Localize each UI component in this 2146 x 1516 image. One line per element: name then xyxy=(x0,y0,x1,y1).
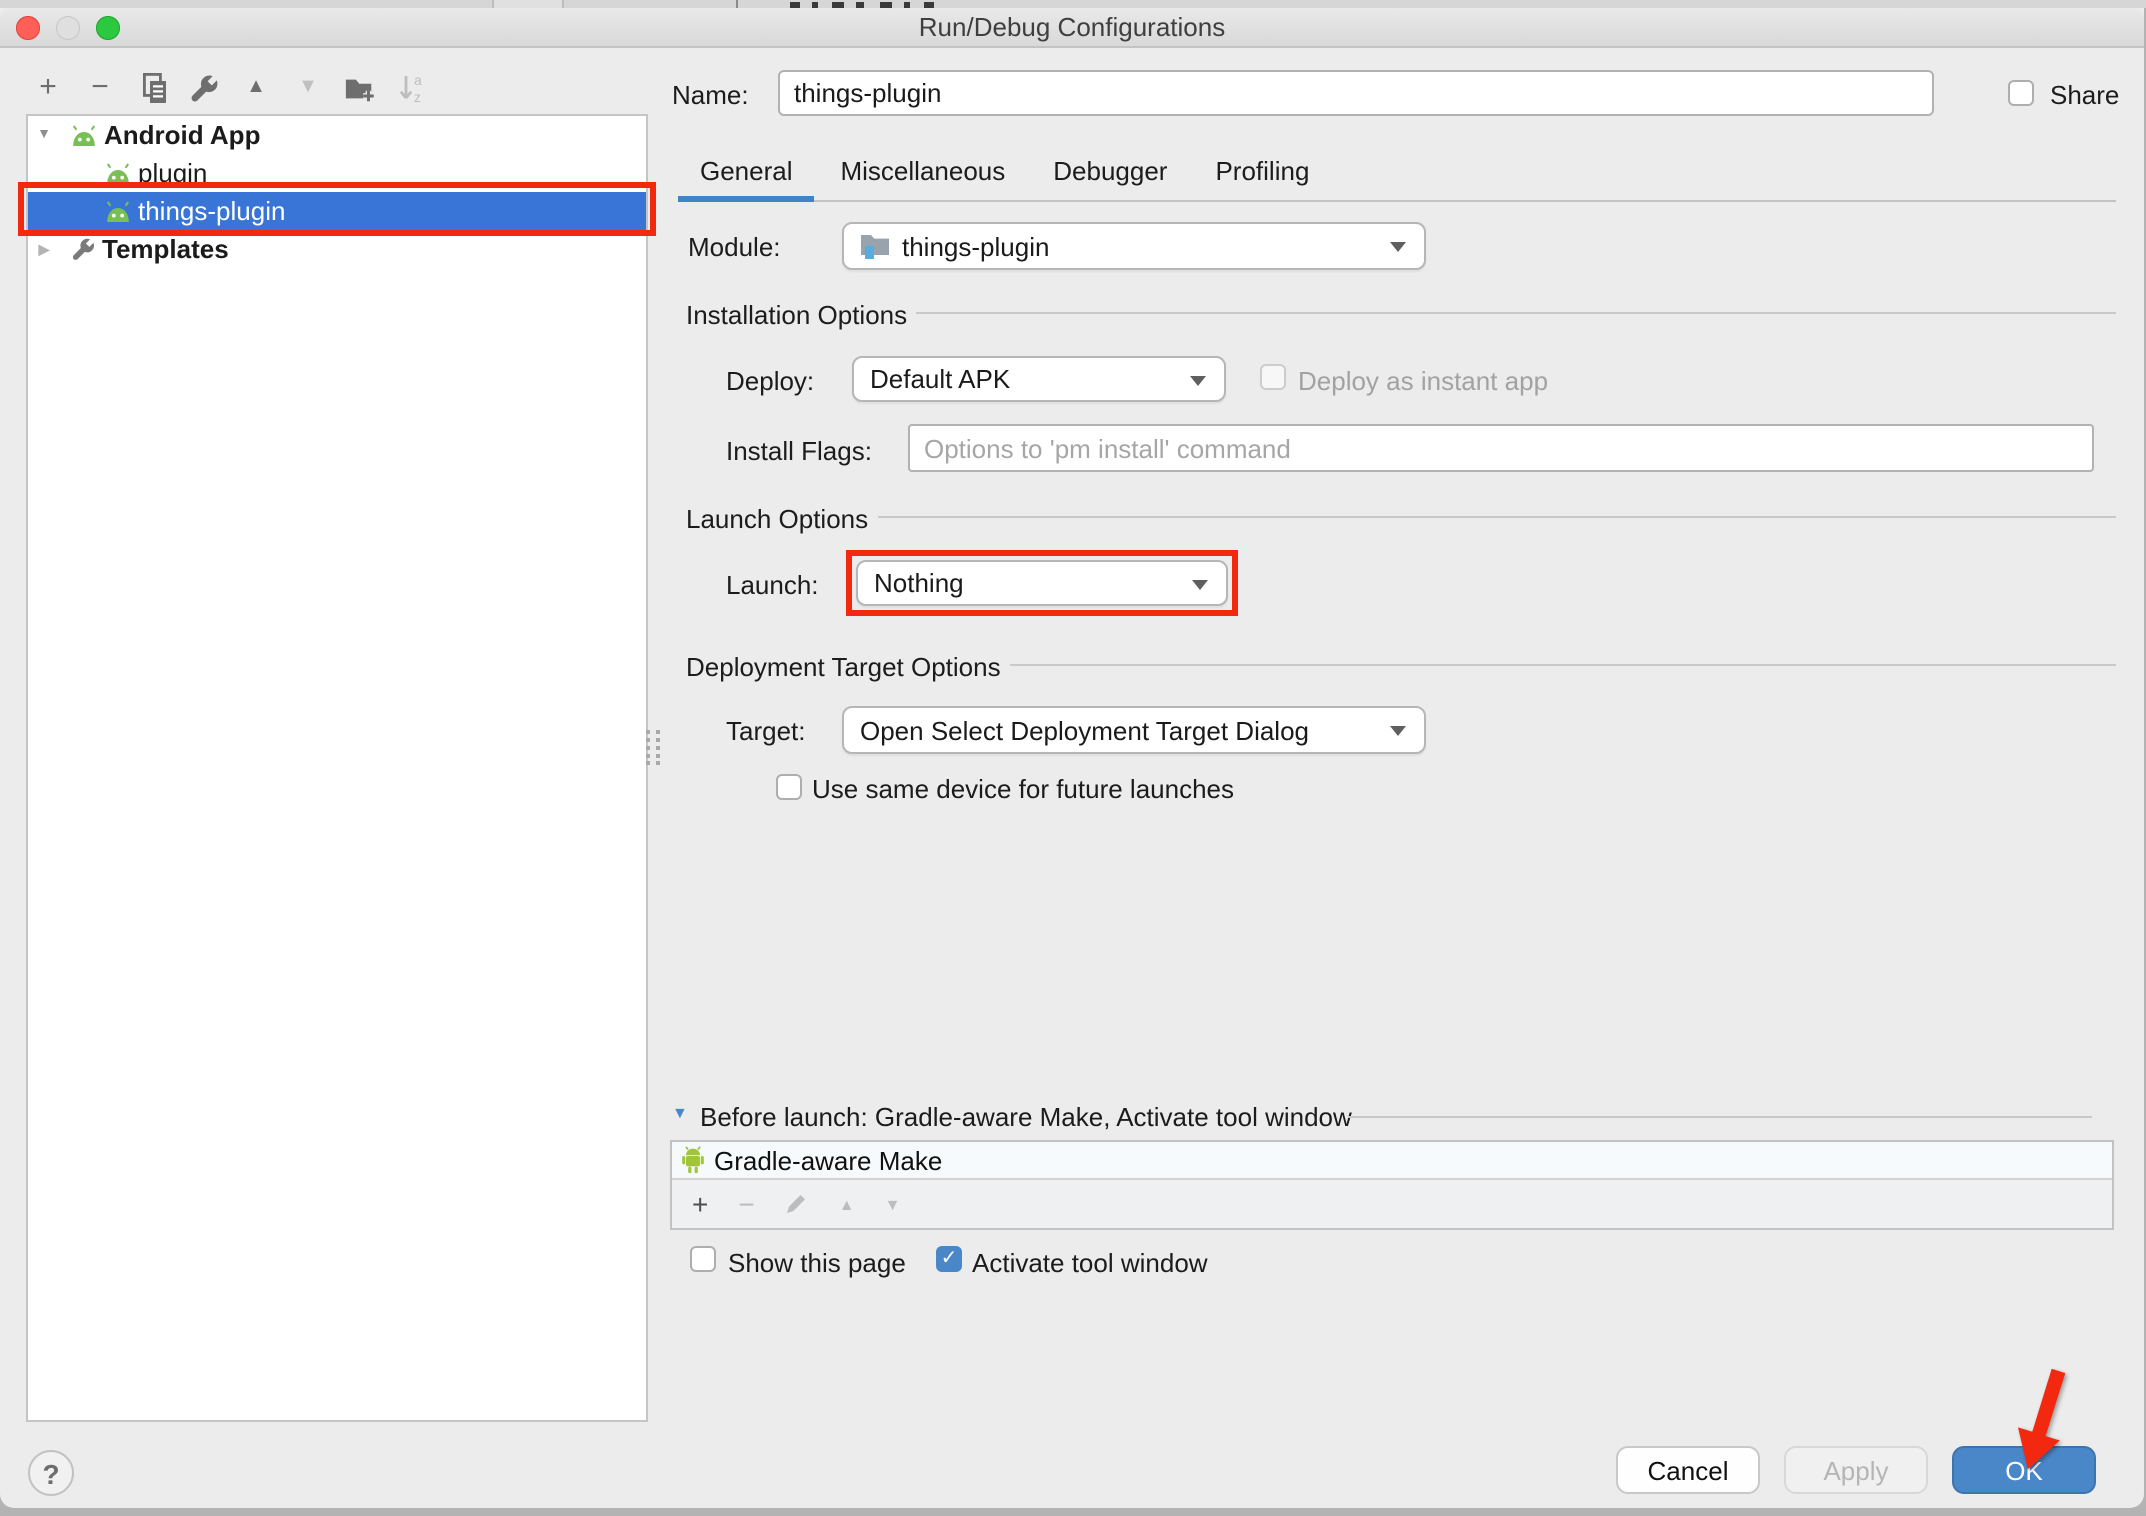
deploy-label: Deploy: xyxy=(726,366,814,396)
deploy-instant-app-label: Deploy as instant app xyxy=(1298,366,1548,396)
background-tab-edge xyxy=(492,0,564,8)
move-task-up-icon[interactable]: ▲ xyxy=(839,1195,855,1213)
move-up-icon[interactable]: ▲ xyxy=(240,72,272,104)
chevron-down-icon xyxy=(1390,242,1406,252)
screen: Run/Debug Configurations + − ▲ ▼ xyxy=(0,0,2146,1516)
move-task-down-icon[interactable]: ▼ xyxy=(885,1195,901,1213)
wrench-icon xyxy=(70,236,96,262)
background-divider xyxy=(736,0,738,8)
show-this-page-label: Show this page xyxy=(728,1248,906,1278)
launch-label: Launch: xyxy=(726,570,819,600)
folder-plus-icon xyxy=(344,73,376,103)
module-dropdown[interactable]: things-plugin xyxy=(842,222,1426,270)
sort-az-icon: a z xyxy=(398,72,426,104)
target-dropdown[interactable]: Open Select Deployment Target Dialog xyxy=(842,706,1426,754)
new-folder-icon[interactable] xyxy=(344,72,376,104)
deployment-target-options-title: Deployment Target Options xyxy=(686,652,1001,682)
help-button[interactable]: ? xyxy=(28,1450,74,1496)
annotation-arrow xyxy=(2006,1364,2076,1474)
add-task-icon[interactable]: + xyxy=(692,1188,708,1220)
deploy-dropdown[interactable]: Default APK xyxy=(852,356,1226,402)
edit-defaults-icon[interactable] xyxy=(188,72,220,104)
install-flags-label: Install Flags: xyxy=(726,436,872,466)
add-configuration-icon[interactable]: + xyxy=(32,72,64,104)
title-bar[interactable]: Run/Debug Configurations xyxy=(0,8,2144,48)
minimize-window-button xyxy=(56,16,80,40)
tree-item-label: Templates xyxy=(102,234,229,264)
remove-task-icon[interactable]: − xyxy=(738,1188,754,1220)
activate-tool-window-label: Activate tool window xyxy=(972,1248,1208,1278)
target-label: Target: xyxy=(726,716,806,746)
apply-button[interactable]: Apply xyxy=(1784,1446,1928,1494)
module-value: things-plugin xyxy=(902,231,1049,261)
sort-configurations-icon[interactable]: a z xyxy=(396,72,428,104)
install-flags-input[interactable] xyxy=(908,424,2094,472)
target-value: Open Select Deployment Target Dialog xyxy=(860,715,1309,745)
tree-item-label: Android App xyxy=(104,120,260,150)
expand-arrow-icon[interactable]: ▼ xyxy=(34,128,54,142)
window-title: Run/Debug Configurations xyxy=(0,8,2144,48)
show-this-page-checkbox[interactable]: ✓ xyxy=(690,1246,716,1272)
module-label: Module: xyxy=(688,232,781,262)
section-divider xyxy=(916,312,2116,314)
tab-profiling[interactable]: Profiling xyxy=(1193,144,1331,202)
svg-text:a: a xyxy=(414,72,422,88)
tab-general[interactable]: General xyxy=(678,144,815,202)
task-label: Gradle-aware Make xyxy=(714,1145,942,1175)
move-down-icon[interactable]: ▼ xyxy=(292,72,324,104)
close-window-button[interactable] xyxy=(16,16,40,40)
share-label: Share xyxy=(2050,80,2119,110)
copy-icon xyxy=(137,72,167,104)
use-same-device-label: Use same device for future launches xyxy=(812,774,1234,804)
activate-tool-window-checkbox[interactable]: ✓ xyxy=(936,1246,962,1272)
installation-options-title: Installation Options xyxy=(686,300,907,330)
chevron-down-icon xyxy=(1190,375,1206,385)
panel-splitter-handle[interactable] xyxy=(644,728,662,766)
annotation-box-tree-selection xyxy=(18,182,656,236)
launch-options-title: Launch Options xyxy=(686,504,868,534)
name-label: Name: xyxy=(672,80,749,110)
before-launch-toolbar: + − ▲ ▼ xyxy=(672,1180,2112,1228)
configurations-toolbar: + − ▲ ▼ a z xyxy=(32,72,428,104)
copy-configuration-icon[interactable] xyxy=(136,72,168,104)
edit-task-icon[interactable] xyxy=(785,1192,809,1216)
tab-debugger[interactable]: Debugger xyxy=(1031,144,1189,202)
zoom-window-button[interactable] xyxy=(96,16,120,40)
module-folder-icon xyxy=(860,232,890,260)
section-divider xyxy=(1010,664,2116,666)
task-gradle-aware-make[interactable]: Gradle-aware Make xyxy=(672,1142,2112,1180)
before-launch-header: Before launch: Gradle-aware Make, Activa… xyxy=(700,1102,1352,1132)
help-icon: ? xyxy=(42,1457,59,1489)
svg-text:z: z xyxy=(414,89,421,104)
android-robot-icon xyxy=(682,1146,704,1174)
deploy-instant-app-checkbox[interactable]: ✓ xyxy=(1260,364,1286,390)
before-launch-task-list: Gradle-aware Make + − ▲ ▼ xyxy=(670,1140,2114,1230)
deploy-value: Default APK xyxy=(870,364,1010,394)
cancel-button[interactable]: Cancel xyxy=(1616,1446,1760,1494)
annotation-box-launch-dropdown xyxy=(846,550,1238,616)
share-checkbox[interactable]: ✓ xyxy=(2008,80,2034,106)
use-same-device-checkbox[interactable]: ✓ xyxy=(776,774,802,800)
configurations-tree: ▼ Android App plugin xyxy=(26,114,648,1422)
name-input[interactable] xyxy=(778,70,1934,116)
tree-item-android-app[interactable]: ▼ Android App xyxy=(28,116,646,154)
remove-configuration-icon[interactable]: − xyxy=(84,72,116,104)
settings-tabs: General Miscellaneous Debugger Profiling xyxy=(678,144,2116,202)
collapse-arrow-icon[interactable]: ▶ xyxy=(34,241,54,257)
section-divider xyxy=(1348,1116,2092,1118)
collapse-triangle-icon[interactable]: ▼ xyxy=(672,1106,688,1122)
background-window-strip xyxy=(0,0,2146,8)
tab-miscellaneous[interactable]: Miscellaneous xyxy=(819,144,1028,202)
chevron-down-icon xyxy=(1390,726,1406,736)
section-divider xyxy=(878,516,2116,518)
android-icon xyxy=(70,123,98,147)
wrench-icon xyxy=(188,72,220,104)
